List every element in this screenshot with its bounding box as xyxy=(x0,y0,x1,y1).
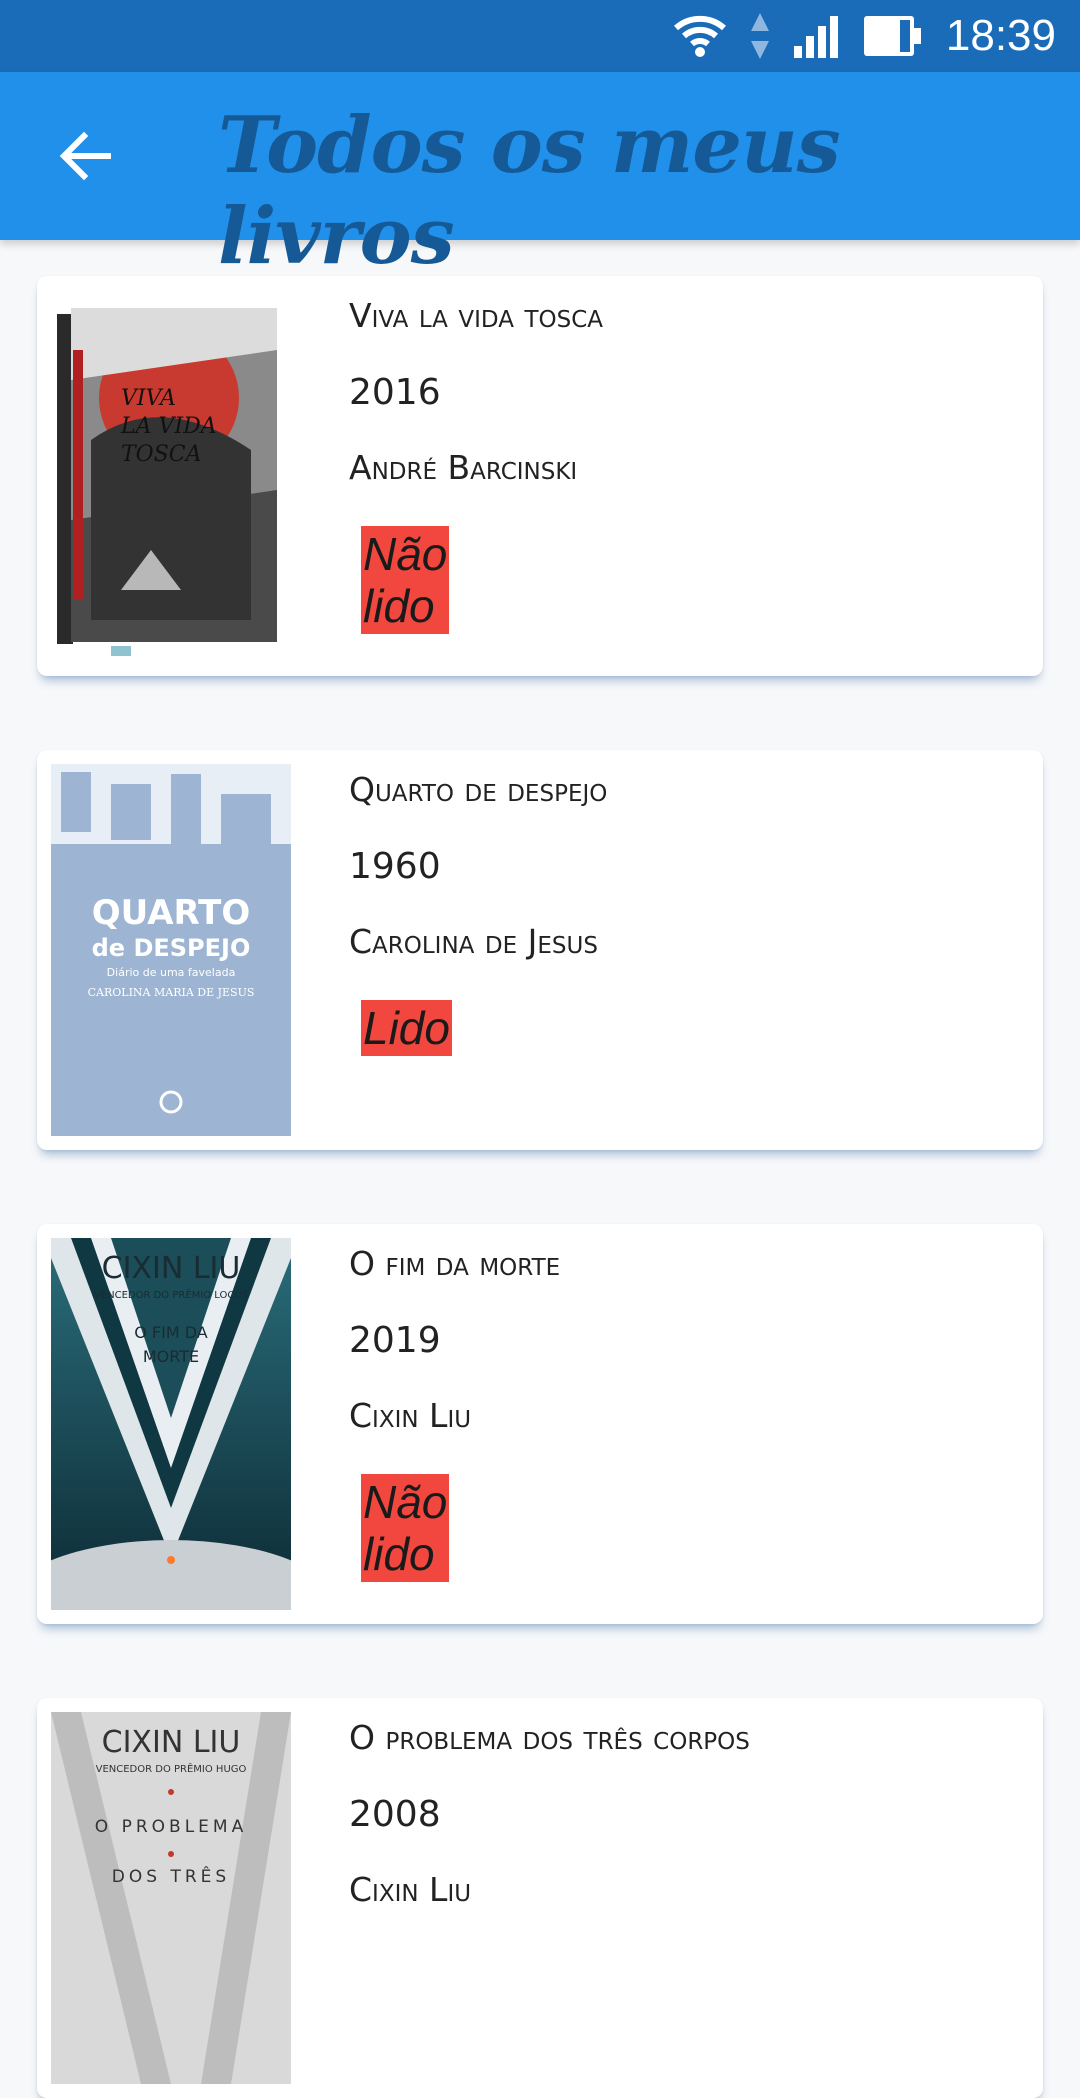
app-bar: Todos os meus livros xyxy=(0,72,1080,282)
read-status-badge: Não lido xyxy=(361,526,450,634)
arrow-left-icon xyxy=(59,131,111,181)
book-year: 2008 xyxy=(349,1794,441,1835)
cover-text: QUARTO xyxy=(92,893,251,933)
data-transfer-icon xyxy=(750,11,770,61)
book-cover-image: QUARTO de DESPEJO Diário de uma favelada… xyxy=(51,764,291,1136)
book-year: 2019 xyxy=(349,1320,441,1361)
page-title: Todos os meus livros xyxy=(218,100,841,282)
wifi-icon xyxy=(672,14,728,58)
book-title: O fim da morte xyxy=(349,1244,561,1283)
book-author: Cixin Liu xyxy=(349,1870,472,1909)
book-year: 1960 xyxy=(349,846,441,887)
status-bar: 18:39 xyxy=(0,0,1080,72)
cover-text: VENCEDOR DO PRÊMIO LOCUS xyxy=(94,1288,248,1301)
book-title: Viva la vida tosca xyxy=(349,296,604,335)
book-year: 2016 xyxy=(349,372,441,413)
cover-text: O FIM DA xyxy=(134,1323,208,1342)
cover-text: de DESPEJO xyxy=(92,934,251,962)
cover-text: Diário de uma favelada xyxy=(107,966,236,979)
book-card[interactable]: CIXIN LIU VENCEDOR DO PRÊMIO HUGO O PROB… xyxy=(37,1698,1043,2098)
cover-text: MORTE xyxy=(143,1347,199,1366)
book-card[interactable]: CIXIN LIU VENCEDOR DO PRÊMIO LOCUS O FIM… xyxy=(37,1224,1043,1624)
cover-text: CAROLINA MARIA DE JESUS xyxy=(88,986,255,999)
book-card[interactable]: VIVA LA VIDA TOSCA Viva la vida tosca 2016… xyxy=(37,276,1043,676)
book-cover-image: CIXIN LIU VENCEDOR DO PRÊMIO HUGO O PROB… xyxy=(51,1712,291,2084)
cover-text: DOS TRÊS xyxy=(112,1865,230,1887)
read-status-badge: Não lido xyxy=(361,1474,450,1582)
book-cover-image: VIVA LA VIDA TOSCA xyxy=(51,290,291,662)
book-title: Quarto de despejo xyxy=(349,770,608,809)
book-card[interactable]: QUARTO de DESPEJO Diário de uma favelada… xyxy=(37,750,1043,1150)
cover-text: O PROBLEMA xyxy=(95,1817,247,1837)
battery-icon xyxy=(862,14,924,58)
signal-icon xyxy=(792,14,840,58)
book-cover-image: CIXIN LIU VENCEDOR DO PRÊMIO LOCUS O FIM… xyxy=(51,1238,291,1610)
cover-text: VENCEDOR DO PRÊMIO HUGO xyxy=(96,1762,247,1775)
back-button[interactable] xyxy=(58,128,114,184)
cover-text: CIXIN LIU xyxy=(102,1251,241,1286)
book-title: O problema dos três corpos xyxy=(349,1718,750,1757)
book-author: Cixin Liu xyxy=(349,1396,472,1435)
book-author: Carolina de Jesus xyxy=(349,922,598,961)
book-author: André Barcinski xyxy=(349,448,578,487)
cover-text: CIXIN LIU xyxy=(102,1725,241,1760)
clock: 18:39 xyxy=(945,11,1056,60)
read-status-badge: Lido xyxy=(361,1000,452,1056)
